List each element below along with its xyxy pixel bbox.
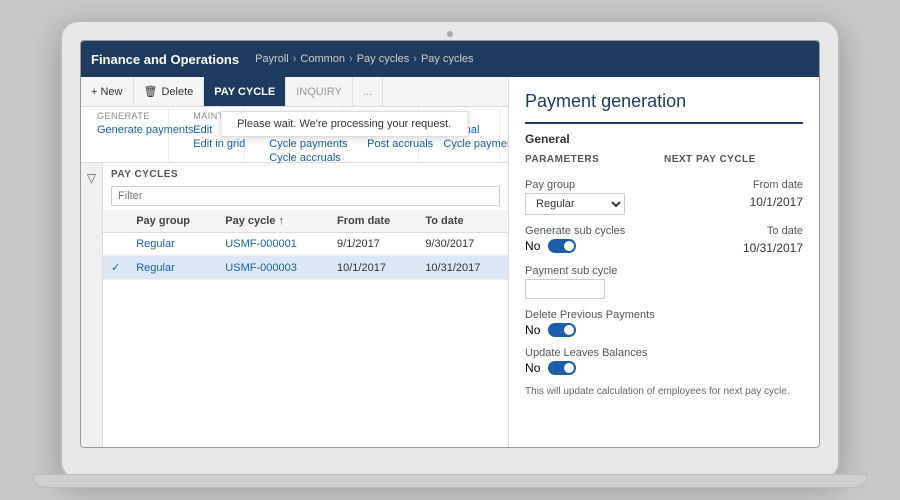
delete-prev-label: Delete Previous Payments <box>525 305 803 323</box>
pay-group-label: Pay group <box>525 175 658 193</box>
gen-sub-toggle-row: No <box>525 239 658 253</box>
col-from-date[interactable]: From date <box>329 210 417 233</box>
row2-check: ✓ <box>103 256 128 280</box>
table-row[interactable]: ✓ Regular USMF-000003 10/1/2017 10/31/20… <box>103 256 508 280</box>
to-date-value: 10/31/2017 <box>670 239 803 261</box>
to-date-label: To date <box>670 221 803 239</box>
breadcrumb: Payroll › Common › Pay cycles › Pay cycl… <box>255 53 473 65</box>
row1-to-date: 9/30/2017 <box>417 233 508 256</box>
col-check <box>103 210 128 233</box>
table-row[interactable]: Regular USMF-000001 9/1/2017 9/30/2017 <box>103 233 508 256</box>
toast-message: Please wait. We're processing your reque… <box>220 111 468 137</box>
row1-check <box>103 233 128 256</box>
new-button[interactable]: + New <box>81 77 134 106</box>
section-header-pay-cycles: PAY CYCLES <box>103 163 508 182</box>
top-nav: Finance and Operations Payroll › Common … <box>81 41 819 77</box>
laptop-screen: Finance and Operations Payroll › Common … <box>80 40 820 448</box>
gen-sub-col: Generate sub cycles No <box>525 221 658 261</box>
col-pay-group[interactable]: Pay group <box>128 210 217 233</box>
laptop-camera <box>447 31 453 37</box>
section-divider <box>525 122 803 124</box>
row2-from-date: 10/1/2017 <box>329 256 417 280</box>
param-note: This will update calculation of employee… <box>525 385 803 399</box>
col-pay-cycle[interactable]: Pay cycle ↑ <box>217 210 329 233</box>
breadcrumb-payroll[interactable]: Payroll <box>255 53 289 65</box>
ribbon-group-generate: GENERATE Generate payments <box>89 107 169 162</box>
from-date-label: From date <box>670 175 803 193</box>
laptop-base <box>32 474 868 488</box>
row1-pay-group[interactable]: Regular <box>128 233 217 256</box>
tab-more[interactable]: ... <box>353 77 383 106</box>
ribbon: GENERATE Generate payments MAINTAIN Edit… <box>81 107 508 163</box>
generate-sub-row: Generate sub cycles No To date 10/31/201… <box>525 221 803 261</box>
delete-button[interactable]: 🗑 Delete <box>134 77 205 106</box>
params-grid: PARAMETERS NEXT PAY CYCLE <box>525 154 803 171</box>
delete-icon: 🗑 <box>144 85 158 98</box>
data-table: Pay group Pay cycle ↑ From date To date <box>103 210 508 280</box>
delete-prev-toggle[interactable] <box>548 323 576 337</box>
panel-title: Payment generation <box>525 91 803 112</box>
tab-inquiry[interactable]: INQUIRY <box>286 77 353 106</box>
delete-prev-toggle-row: No <box>525 323 803 337</box>
row1-pay-cycle[interactable]: USMF-000001 <box>217 233 329 256</box>
side-filter: ▽ <box>81 163 103 447</box>
table-header-row: Pay group Pay cycle ↑ From date To date <box>103 210 508 233</box>
ribbon-post-accruals[interactable]: Post accruals <box>367 138 410 150</box>
col-to-date[interactable]: To date <box>417 210 508 233</box>
breadcrumb-common[interactable]: Common <box>300 53 345 65</box>
gen-sub-label: Generate sub cycles <box>525 221 658 239</box>
to-date-col: To date 10/31/2017 <box>670 221 803 261</box>
breadcrumb-paycycles1[interactable]: Pay cycles <box>357 53 410 65</box>
ribbon-edit-grid[interactable]: Edit in grid <box>193 138 236 150</box>
delete-prev-no: No <box>525 323 540 337</box>
update-leaves-label: Update Leaves Balances <box>525 343 803 361</box>
ribbon-cycle-payments[interactable]: Cycle payments <box>269 138 334 150</box>
table-area: PAY CYCLES Pay group Pay cycle ↑ <box>103 163 508 447</box>
col-header-params: PARAMETERS <box>525 154 664 171</box>
payment-sub-label: Payment sub cycle <box>525 261 803 279</box>
main-area: + New 🗑 Delete PAY CYCLE INQUIRY ... GEN… <box>81 77 819 447</box>
right-panel: Payment generation General PARAMETERS NE… <box>509 77 819 447</box>
check-icon: ✓ <box>111 262 120 274</box>
content-area: ▽ PAY CYCLES Pay grou <box>81 163 508 447</box>
row1-from-date: 9/1/2017 <box>329 233 417 256</box>
payment-sub-input[interactable] <box>525 279 605 299</box>
update-leaves-toggle[interactable] <box>548 361 576 375</box>
ribbon-generate-payments[interactable]: Generate payments <box>97 124 160 136</box>
breadcrumb-sep2: › <box>349 53 353 65</box>
row2-pay-group[interactable]: Regular <box>128 256 217 280</box>
laptop-shell: Finance and Operations Payroll › Common … <box>60 20 840 480</box>
ribbon-cycle-accruals[interactable]: Cycle accruals <box>269 152 334 164</box>
gen-sub-no: No <box>525 239 540 253</box>
app-container: Finance and Operations Payroll › Common … <box>81 41 819 447</box>
tab-pay-cycle[interactable]: PAY CYCLE <box>204 77 286 106</box>
breadcrumb-sep3: › <box>413 53 417 65</box>
pay-group-row: Pay group Regular Biweekly Monthly From … <box>525 175 803 221</box>
gen-sub-toggle[interactable] <box>548 239 576 253</box>
from-date-value: 10/1/2017 <box>670 193 803 215</box>
pay-group-select[interactable]: Regular Biweekly Monthly <box>525 193 625 215</box>
ribbon-cycle-payment[interactable]: Cycle payment <box>443 138 491 150</box>
update-leaves-toggle-row: No <box>525 361 803 375</box>
app-brand: Finance and Operations <box>91 52 239 67</box>
filter-input[interactable] <box>111 186 500 206</box>
breadcrumb-paycycles2[interactable]: Pay cycles <box>421 53 474 65</box>
filter-icon[interactable]: ▽ <box>87 171 96 185</box>
search-bar <box>103 182 508 210</box>
pay-group-col: Pay group Regular Biweekly Monthly <box>525 175 658 221</box>
section-name-general: General <box>525 132 803 146</box>
left-panel: + New 🗑 Delete PAY CYCLE INQUIRY ... GEN… <box>81 77 509 447</box>
update-leaves-no: No <box>525 361 540 375</box>
from-date-col: From date 10/1/2017 <box>670 175 803 221</box>
toolbar: + New 🗑 Delete PAY CYCLE INQUIRY ... <box>81 77 508 107</box>
row2-pay-cycle[interactable]: USMF-000003 <box>217 256 329 280</box>
col-header-next: NEXT PAY CYCLE <box>664 154 803 171</box>
breadcrumb-sep1: › <box>293 53 297 65</box>
row2-to-date: 10/31/2017 <box>417 256 508 280</box>
